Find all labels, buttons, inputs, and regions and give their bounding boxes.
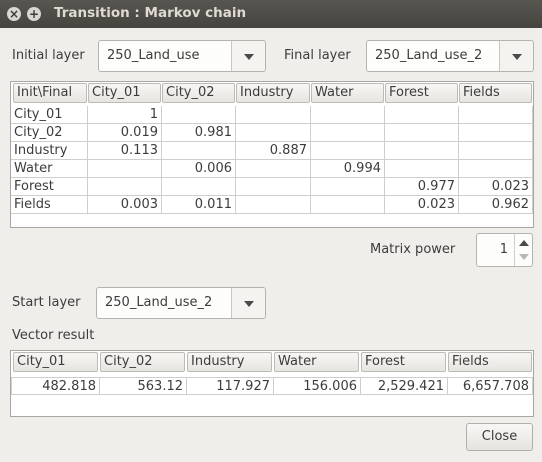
matrix-power-value: 1 [499,242,508,257]
matrix-cell[interactable] [459,106,533,124]
matrix-row-header: City_02 [11,124,88,142]
title-bar: × + Transition : Markov chain [0,0,542,28]
vector-cell[interactable]: 482.818 [11,377,100,395]
matrix-column-header[interactable]: Industry [236,83,310,103]
vector-result-table[interactable]: City_01 City_02 Industry Water Forest Fi… [10,350,534,417]
matrix-row-header: Fields [11,196,88,214]
chevron-down-icon[interactable] [499,41,533,71]
matrix-cell[interactable] [162,178,236,196]
matrix-cell[interactable] [162,142,236,160]
matrix-column-header[interactable]: Forest [385,83,458,103]
matrix-cell[interactable]: 0.023 [459,178,533,196]
matrix-column-header[interactable]: City_02 [162,83,235,103]
vector-cell[interactable]: 6,657.708 [448,377,533,395]
close-window-icon[interactable]: × [7,7,21,21]
vector-cell[interactable]: 156.006 [274,377,361,395]
matrix-cell[interactable]: 0.113 [88,142,162,160]
matrix-cell[interactable] [459,160,533,178]
matrix-cell[interactable]: 0.887 [236,142,311,160]
matrix-cell[interactable] [311,124,385,142]
matrix-cell[interactable] [385,160,459,178]
final-layer-value: 250_Land_use_2 [375,48,483,63]
matrix-cell[interactable]: 0.981 [162,124,236,142]
matrix-column-header[interactable]: City_01 [88,83,161,103]
start-layer-label: Start layer [12,295,81,310]
arrow-down-icon[interactable] [519,254,529,260]
vector-column-header[interactable]: Forest [361,352,446,372]
matrix-power-spinbox[interactable]: 1 [476,233,533,267]
matrix-power-label: Matrix power [370,242,456,257]
final-layer-label: Final layer [284,48,351,63]
vector-result-label: Vector result [12,328,95,343]
initial-layer-combo[interactable]: 250_Land_use [98,40,266,72]
matrix-cell[interactable] [311,178,385,196]
chevron-down-icon[interactable] [231,41,265,71]
matrix-cell[interactable] [311,106,385,124]
matrix-row-header: City_01 [11,106,88,124]
close-button[interactable]: Close [466,423,533,451]
matrix-cell[interactable] [236,160,311,178]
start-layer-value: 250_Land_use_2 [105,295,213,310]
matrix-cell[interactable]: 1 [88,106,162,124]
matrix-column-header[interactable]: Fields [459,83,532,103]
spinbox-arrows [514,234,532,266]
vector-cell[interactable]: 117.927 [187,377,274,395]
matrix-cell[interactable] [162,106,236,124]
matrix-cell[interactable] [385,106,459,124]
matrix-cell[interactable]: 0.019 [88,124,162,142]
vector-cell[interactable]: 563.12 [100,377,187,395]
matrix-cell[interactable]: 0.003 [88,196,162,214]
matrix-cell[interactable] [311,196,385,214]
matrix-cell[interactable] [88,160,162,178]
matrix-cell[interactable] [459,142,533,160]
initial-layer-value: 250_Land_use [107,48,200,63]
matrix-cell[interactable] [236,106,311,124]
vector-column-header[interactable]: City_02 [100,352,185,372]
matrix-cell[interactable] [385,124,459,142]
matrix-column-header[interactable]: Water [311,83,384,103]
matrix-cell[interactable]: 0.006 [162,160,236,178]
matrix-cell[interactable] [236,124,311,142]
matrix-corner-header: Init\Final [13,83,87,103]
matrix-cell[interactable] [311,142,385,160]
matrix-cell[interactable] [385,142,459,160]
matrix-cell[interactable] [88,178,162,196]
matrix-cell[interactable] [236,196,311,214]
arrow-up-icon[interactable] [519,240,529,246]
matrix-cell[interactable]: 0.994 [311,160,385,178]
vector-column-header[interactable]: City_01 [13,352,98,372]
matrix-cell[interactable]: 0.023 [385,196,459,214]
matrix-row-header: Water [11,160,88,178]
matrix-row-header: Forest [11,178,88,196]
matrix-cell[interactable] [236,178,311,196]
matrix-cell[interactable]: 0.011 [162,196,236,214]
matrix-cell[interactable]: 0.962 [459,196,533,214]
vector-column-header[interactable]: Fields [448,352,532,372]
matrix-cell[interactable]: 0.977 [385,178,459,196]
start-layer-combo[interactable]: 250_Land_use_2 [96,287,266,319]
initial-layer-label: Initial layer [12,48,85,63]
vector-cell[interactable]: 2,529.421 [361,377,448,395]
transition-matrix-table[interactable]: Init\Final City_01 City_02 Industry Wate… [10,81,534,228]
window-title: Transition : Markov chain [54,5,247,21]
vector-column-header[interactable]: Industry [187,352,272,372]
maximize-window-icon[interactable]: + [27,7,41,21]
chevron-down-icon[interactable] [231,288,265,318]
matrix-cell[interactable] [459,124,533,142]
final-layer-combo[interactable]: 250_Land_use_2 [366,40,534,72]
matrix-row-header: Industry [11,142,88,160]
vector-column-header[interactable]: Water [274,352,359,372]
